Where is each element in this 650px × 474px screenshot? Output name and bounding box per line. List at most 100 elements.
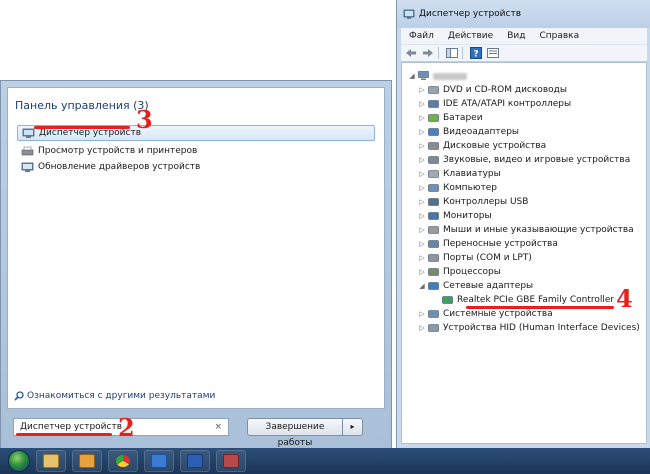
app-icon [151,454,167,468]
expand-icon[interactable]: ▷ [418,167,426,181]
expand-icon[interactable]: ▷ [418,265,426,279]
outlook-icon [79,454,95,468]
tree-node[interactable]: ◢ Сетевые адаптеры [418,279,533,293]
tree-node-label: DVD и CD-ROM дисководы [443,85,567,95]
tree-node[interactable]: ▷ Порты (COM и LPT) [418,251,532,265]
chrome-icon [116,455,130,467]
tree-node[interactable]: ▷ Клавиатуры [418,167,500,181]
tree-node-label: Сетевые адаптеры [443,281,534,291]
title-bar[interactable]: Диспетчер устройств [397,0,650,28]
expand-icon[interactable]: ▷ [418,181,426,195]
taskbar-outlook[interactable] [72,450,102,472]
menu-action[interactable]: Действие [448,31,493,41]
annotation-2: 2 [118,413,135,442]
toolbar-separator [438,47,439,59]
tree-node-label: Контроллеры USB [443,197,529,207]
search-value: Диспетчер устройств [20,422,123,432]
taskbar-device-manager[interactable] [216,450,246,472]
expand-icon[interactable]: ▷ [418,139,426,153]
device-manager-task-icon [223,454,239,468]
tree-node[interactable]: ▷ Компьютер [418,181,497,195]
monitor-icon [428,212,439,220]
taskbar [0,448,650,474]
expand-icon[interactable]: ▷ [418,153,426,167]
menu-bar: Файл Действие Вид Справка [401,28,647,44]
tree-node-label: Компьютер [443,183,497,193]
taskbar-word[interactable] [180,450,210,472]
tree-node[interactable]: ▷ Батареи [418,111,482,125]
expand-icon[interactable]: ▷ [418,97,426,111]
tree-node[interactable]: ▷ Звуковые, видео и игровые устройства [418,153,630,167]
expand-icon[interactable]: ▷ [418,111,426,125]
tree-node-label: Мыши и иные указывающие устройства [443,225,634,235]
tree-node[interactable]: ▷ Системные устройства [418,307,552,321]
taskbar-app[interactable] [144,450,174,472]
expand-icon[interactable]: ▷ [418,237,426,251]
start-button-icon[interactable] [8,450,30,472]
collapse-icon[interactable]: ◢ [418,279,426,293]
device-manager-window: Диспетчер устройств Файл Действие Вид Сп… [396,0,650,448]
tree-node[interactable]: ▷ Видеоадаптеры [418,125,519,139]
menu-help[interactable]: Справка [539,31,579,41]
properties-icon[interactable] [486,47,500,59]
expand-icon[interactable]: ▷ [418,223,426,237]
search-results-pane: Панель управления (3) Диспетчер устройст… [7,87,385,409]
menu-file[interactable]: Файл [409,31,434,41]
shutdown-button[interactable]: Завершение работы [247,418,343,448]
expand-icon[interactable]: ▷ [418,125,426,139]
ide-controller-icon [428,100,439,108]
result-update-drivers[interactable]: Обновление драйверов устройств [17,159,200,175]
see-more-results-label: Ознакомиться с другими результатами [27,391,216,401]
system-device-icon [428,310,439,318]
svg-text:?: ? [473,50,478,60]
tree-node[interactable]: Realtek PCIe GBE Family Controller [432,293,614,307]
tree-node[interactable]: ▷ Устройства HID (Human Interface Devices… [418,321,640,335]
taskbar-chrome[interactable] [108,450,138,472]
port-icon [428,254,439,262]
shutdown-options-button[interactable]: ▸ [343,418,363,436]
tree-node[interactable]: ▷ Переносные устройства [418,237,558,251]
tree-node[interactable]: ▷ Мониторы [418,209,492,223]
word-icon [187,454,203,468]
forward-arrow-icon[interactable] [421,47,435,59]
expand-icon[interactable]: ▷ [418,251,426,265]
back-arrow-icon[interactable] [404,47,418,59]
result-label: Обновление драйверов устройств [38,162,201,172]
keyboard-icon [428,170,439,178]
tree-node[interactable]: ▷ DVD и CD-ROM дисководы [418,83,567,97]
update-drivers-icon [21,162,34,172]
help-icon[interactable]: ? [469,47,483,59]
tree-node-label: Дисковые устройства [443,141,547,151]
expand-icon[interactable]: ▷ [418,209,426,223]
tree-node[interactable]: ▷ IDE ATA/ATAPI контроллеры [418,97,571,111]
show-hide-tree-icon[interactable] [445,47,459,59]
tree-node-label: Процессоры [443,267,501,277]
collapse-icon[interactable]: ◢ [408,69,416,83]
expand-icon[interactable]: ▷ [418,195,426,209]
tree-node[interactable]: ▷ Контроллеры USB [418,195,528,209]
result-label: Просмотр устройств и принтеров [38,146,198,156]
menu-view[interactable]: Вид [507,31,525,41]
expand-icon[interactable]: ▷ [418,321,426,335]
expand-icon[interactable]: ▷ [418,307,426,321]
clear-search-icon[interactable]: × [214,419,222,435]
battery-icon [428,114,439,122]
hid-icon [428,324,439,332]
network-card-icon [442,296,453,304]
window-title: Диспетчер устройств [419,9,522,19]
tree-node[interactable]: ▷ Дисковые устройства [418,139,546,153]
result-devices-printers[interactable]: Просмотр устройств и принтеров [17,143,197,159]
tree-node-label: Звуковые, видео и игровые устройства [443,155,631,165]
tree-node[interactable]: ▷ Процессоры [418,265,501,279]
see-more-results-link[interactable]: Ознакомиться с другими результатами [14,391,215,401]
expand-icon[interactable]: ▷ [418,83,426,97]
search-icon [14,391,24,401]
network-adapter-icon [428,282,439,290]
tree-root[interactable]: ◢ [408,69,467,83]
folder-icon [43,454,59,468]
tree-node-label: Мониторы [443,211,492,221]
usb-icon [428,198,439,206]
taskbar-explorer[interactable] [36,450,66,472]
dvd-drive-icon [428,86,439,94]
tree-node[interactable]: ▷ Мыши и иные указывающие устройства [418,223,634,237]
